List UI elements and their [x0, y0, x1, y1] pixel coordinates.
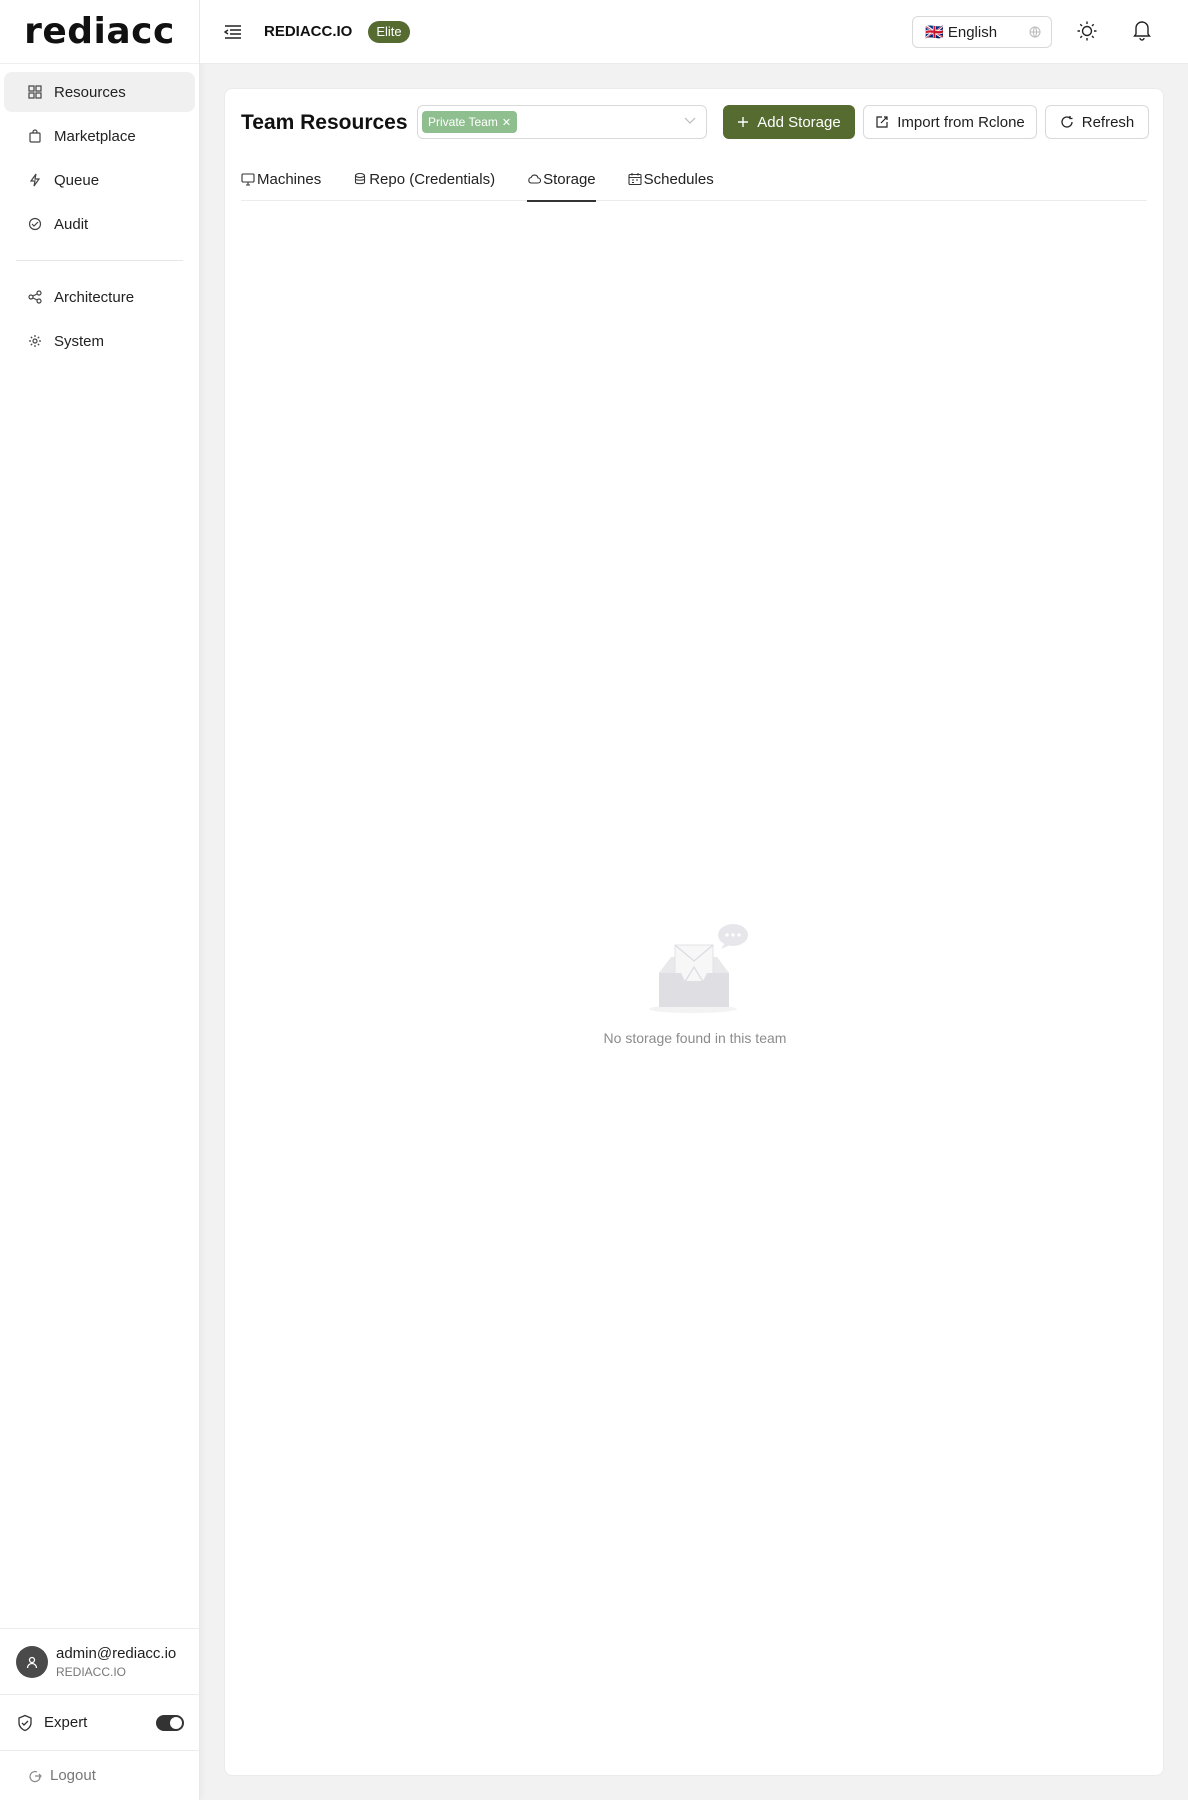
tab-storage[interactable]: Storage — [527, 157, 596, 202]
import-icon — [875, 115, 889, 129]
sidebar: rediacc Resources Marketplace Queue Audi… — [0, 0, 200, 1800]
user-icon — [26, 1656, 38, 1668]
user-org: REDIACC.IO — [56, 1664, 127, 1679]
audit-icon — [28, 217, 42, 231]
cloud-icon — [527, 172, 542, 186]
shopping-bag-icon — [28, 129, 42, 143]
empty-message: No storage found in this team — [603, 1030, 787, 1046]
team-select[interactable]: Private Team ✕ — [417, 105, 707, 139]
empty-inbox-icon — [635, 921, 755, 1026]
page-title: Team Resources — [241, 111, 408, 134]
user-email: admin@rediacc.io — [56, 1644, 177, 1662]
sidebar-item-label: Marketplace — [54, 127, 136, 145]
settings-icon — [28, 334, 42, 348]
tab-label: Machines — [257, 170, 322, 188]
grid-icon — [28, 85, 42, 99]
sidebar-nav: Resources Marketplace Queue Audit Archit… — [0, 64, 199, 361]
sun-icon[interactable] — [1076, 20, 1098, 42]
resources-card: Team Resources Private Team ✕ Add Storag… — [224, 88, 1164, 1776]
avatar — [16, 1645, 48, 1678]
plus-icon — [737, 116, 749, 128]
tab-label: Repo (Credentials) — [369, 170, 496, 188]
sidebar-item-label: Audit — [54, 215, 89, 233]
globe-icon — [1029, 26, 1041, 38]
logout-label: Logout — [50, 1767, 96, 1784]
tab-label: Storage — [543, 170, 596, 188]
sidebar-item-architecture[interactable]: Architecture — [4, 277, 195, 317]
schedule-icon — [628, 172, 642, 186]
thunderbolt-icon — [28, 173, 42, 187]
tab-machines[interactable]: Machines — [241, 157, 321, 201]
sidebar-item-queue[interactable]: Queue — [4, 160, 195, 200]
desktop-icon — [241, 172, 255, 186]
database-icon — [353, 172, 367, 186]
import-rclone-button[interactable]: Import from Rclone — [863, 105, 1037, 139]
sidebar-item-label: System — [54, 332, 105, 350]
sidebar-item-label: Architecture — [54, 288, 135, 306]
logo[interactable]: rediacc — [0, 0, 199, 64]
add-storage-label: Add Storage — [757, 113, 841, 131]
import-label: Import from Rclone — [897, 113, 1025, 131]
sidebar-item-system[interactable]: System — [4, 321, 195, 361]
chevron-down-icon — [684, 117, 696, 125]
sidebar-item-label: Resources — [54, 83, 126, 101]
sidebar-footer: admin@rediacc.io REDIACC.IO Expert Logou… — [0, 1628, 200, 1800]
expert-mode-row: Expert — [0, 1694, 200, 1750]
language-select[interactable]: 🇬🇧 English — [912, 16, 1052, 48]
add-storage-button[interactable]: Add Storage — [723, 105, 855, 139]
tier-badge: Elite — [368, 20, 410, 43]
logout-icon — [28, 1769, 42, 1783]
close-icon[interactable]: ✕ — [502, 116, 511, 129]
language-value: 🇬🇧 English — [925, 24, 998, 41]
shield-check-icon — [16, 1714, 34, 1732]
empty-state: No storage found in this team — [575, 921, 815, 1046]
share-nodes-icon — [28, 290, 42, 304]
sidebar-item-audit[interactable]: Audit — [4, 204, 195, 244]
expert-mode-toggle[interactable] — [156, 1714, 184, 1731]
sidebar-item-resources[interactable]: Resources — [4, 72, 195, 112]
nav-divider — [16, 260, 183, 261]
sidebar-item-label: Queue — [54, 171, 100, 189]
sidebar-item-marketplace[interactable]: Marketplace — [4, 116, 195, 156]
top-header: REDIACC.IO Elite 🇬🇧 English — [200, 0, 1188, 64]
org-name: REDIACC.IO — [264, 23, 353, 40]
tab-schedules[interactable]: Schedules — [628, 157, 714, 201]
team-tag: Private Team ✕ — [422, 111, 518, 133]
user-profile[interactable]: admin@rediacc.io REDIACC.IO — [0, 1628, 200, 1694]
expert-label: Expert — [44, 1714, 88, 1731]
bell-icon[interactable] — [1132, 19, 1152, 41]
logout-button[interactable]: Logout — [0, 1750, 200, 1800]
team-tag-label: Private Team — [428, 115, 498, 129]
refresh-icon — [1060, 115, 1074, 129]
tab-repo[interactable]: Repo (Credentials) — [353, 157, 495, 201]
tab-label: Schedules — [643, 170, 714, 188]
menu-fold-icon[interactable] — [224, 24, 242, 40]
refresh-label: Refresh — [1081, 113, 1135, 131]
logo-text: rediacc — [24, 11, 175, 52]
refresh-button[interactable]: Refresh — [1045, 105, 1149, 139]
resource-tabs: Machines Repo (Credentials) Storage Sche… — [241, 157, 1147, 202]
